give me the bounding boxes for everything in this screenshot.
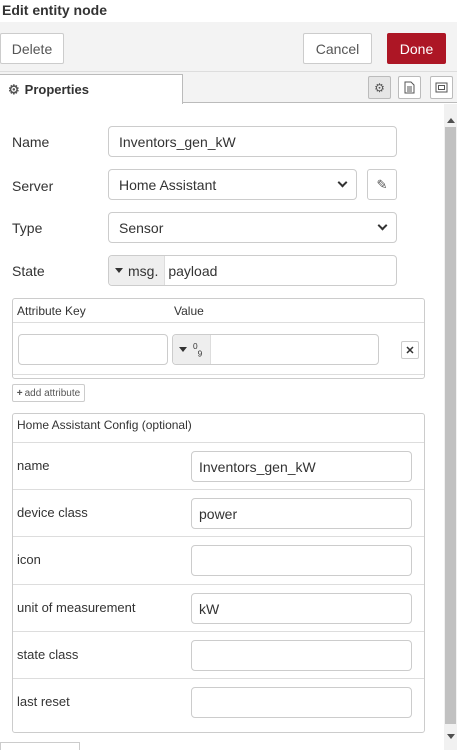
window-title: Edit entity node [2,2,107,18]
state-type-select[interactable]: msg. [109,256,166,285]
done-button[interactable]: Done [387,33,446,64]
title-bar: Edit entity node [0,0,457,22]
plus-icon: + [16,387,23,399]
name-input[interactable]: Inventors_gen_kW [108,126,397,157]
gear-icon: ⚙ [374,80,385,95]
type-label: Type [12,220,43,236]
attribute-value-header: Value [174,304,204,318]
tab-properties-label: Properties [24,82,89,97]
delete-button[interactable]: Delete [0,33,64,64]
attribute-row: 09 ✕ [13,323,424,375]
config-row-name: name Inventors_gen_kW [13,442,424,489]
config-last-reset-input[interactable] [191,687,412,718]
bottom-tab-edge [0,742,80,750]
appearance-tab-button[interactable] [430,76,453,99]
gear-icon: ⚙ [8,81,20,97]
config-row-last-reset: last reset [13,678,424,725]
close-icon: ✕ [405,344,415,357]
scroll-up-icon[interactable] [447,118,455,123]
tab-properties[interactable]: ⚙ Properties [0,74,183,104]
state-input[interactable]: msg. payload [108,255,397,286]
config-state-class-input[interactable] [191,640,412,671]
frame-icon [435,82,448,93]
config-label: last reset [17,694,70,709]
vertical-scrollbar[interactable] [444,104,457,750]
chevron-down-icon [377,220,388,231]
edit-server-button[interactable]: ✎ [367,169,397,200]
ha-config-section: Home Assistant Config (optional) name In… [12,413,425,733]
config-label: unit of measurement [17,600,136,615]
caret-down-icon [115,268,123,273]
config-device-class-input[interactable]: power [191,498,412,529]
remove-attribute-button[interactable]: ✕ [401,341,419,359]
config-icon-input[interactable] [191,545,412,576]
settings-tab-button[interactable]: ⚙ [368,76,391,99]
tab-bar: ⚙ Properties ⚙ [0,72,457,104]
scrollbar-thumb[interactable] [445,127,456,724]
attribute-key-input[interactable] [18,334,168,365]
config-row-device-class: device class power [13,489,424,536]
state-label: State [12,263,45,279]
config-row-unit: unit of measurement kW [13,584,424,631]
description-tab-button[interactable] [398,76,421,99]
ha-config-header: Home Assistant Config (optional) [17,418,192,432]
pencil-icon: ✎ [376,176,388,192]
attributes-list: Attribute Key Value 09 ✕ [12,298,425,379]
config-label: state class [17,647,79,662]
attribute-value-input[interactable]: 09 [172,334,379,365]
caret-down-icon [179,347,187,352]
config-label: icon [17,552,41,567]
attributes-header: Attribute Key Value [13,299,424,323]
config-label: device class [17,505,88,520]
type-select[interactable]: Sensor [108,212,397,243]
cancel-button[interactable]: Cancel [303,33,372,64]
config-row-icon: icon [13,536,424,583]
toolbar: Delete Cancel Done [0,22,457,72]
attribute-type-select[interactable]: 09 [173,335,211,364]
config-row-state-class: state class [13,631,424,678]
add-attribute-button[interactable]: + add attribute [12,384,85,402]
chevron-down-icon [337,177,348,188]
scroll-down-icon[interactable] [447,734,455,739]
state-type: msg. [128,262,159,279]
attribute-key-header: Attribute Key [17,304,86,318]
type-value: Sensor [119,219,164,236]
number-type-icon: 09 [193,340,203,359]
document-icon [404,81,415,94]
name-label: Name [12,134,50,150]
config-label: name [17,458,50,473]
state-value: payload [168,262,218,279]
server-select[interactable]: Home Assistant [108,169,357,200]
add-attribute-label: add attribute [24,387,81,399]
config-unit-input[interactable]: kW [191,593,412,624]
config-name-input[interactable]: Inventors_gen_kW [191,451,412,482]
server-value: Home Assistant [119,176,217,193]
server-label: Server [12,178,54,194]
